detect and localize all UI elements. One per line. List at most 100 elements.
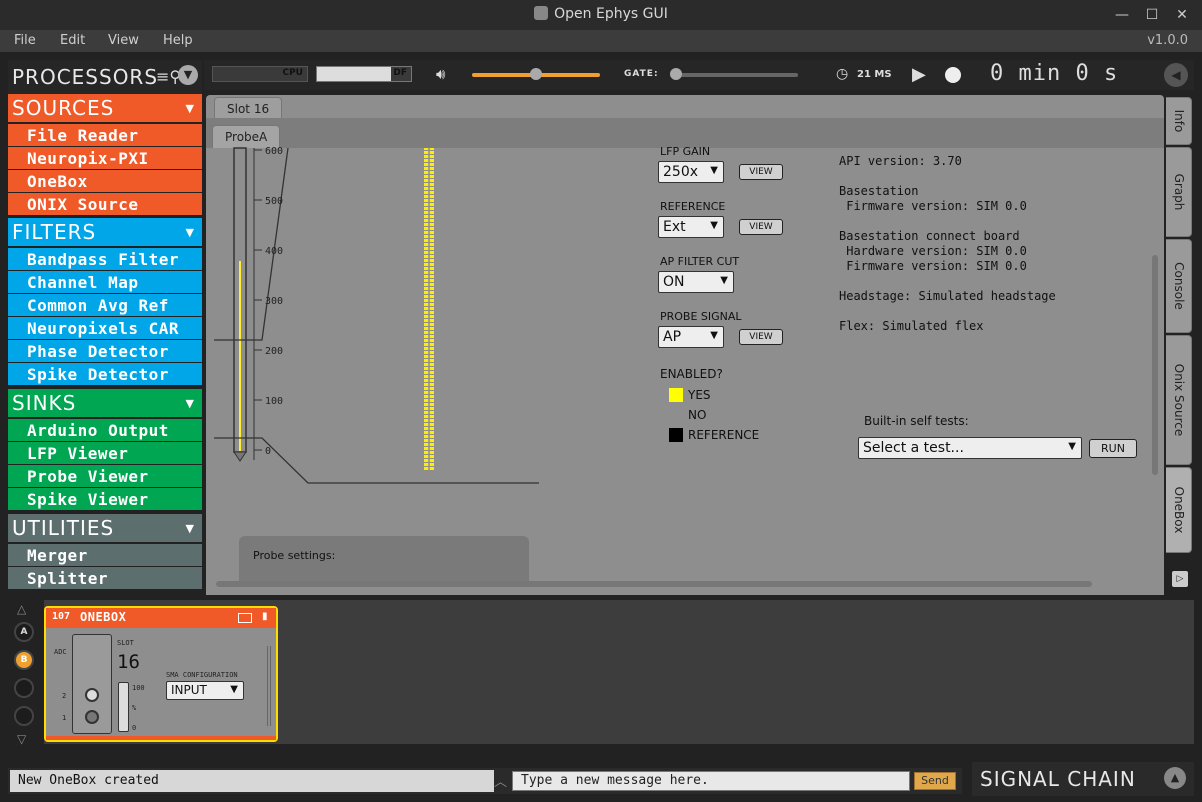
channel-2-button[interactable] [85,688,99,702]
processor-probe-viewer[interactable]: Probe Viewer [8,465,202,487]
enabled-yes-label: YES [688,388,711,402]
menu-edit[interactable]: Edit [60,33,85,48]
self-test-select[interactable]: Select a test... ▼ [858,437,1082,459]
scroll-down-icon[interactable]: ▽ [17,732,26,746]
chain-slot-button[interactable] [14,678,34,698]
processor-merger[interactable]: Merger [8,544,202,566]
signal-chain-button[interactable]: SIGNAL CHAIN ▲ [972,762,1194,796]
category-sources[interactable]: SOURCES ▼ [8,94,202,122]
vertical-scrollbar[interactable] [1152,255,1158,475]
horizontal-scrollbar[interactable] [216,581,1092,587]
processor-spike-detector[interactable]: Spike Detector [8,363,202,385]
tab-onebox[interactable]: OneBox [1166,467,1192,553]
probe-signal-view-button[interactable]: VIEW [739,329,783,345]
processor-neuropixels-car[interactable]: Neuropixels CAR [8,317,202,339]
depth-tick-600: 600 [265,146,283,157]
node-scrollbar[interactable] [267,646,271,726]
lfp-gain-view-button[interactable]: VIEW [739,164,783,180]
category-sinks[interactable]: SINKS ▼ [8,389,202,417]
chevron-down-icon: ▼ [185,226,194,239]
chevron-down-icon: ▼ [185,397,194,410]
chain-b-button[interactable]: B [14,650,34,670]
processor-spike-viewer[interactable]: Spike Viewer [8,488,202,510]
processors-title: PROCESSORS [12,65,159,89]
chevron-up-icon[interactable]: ︿ [494,771,507,790]
depth-tick-100: 100 [265,396,283,407]
window-icon[interactable] [238,613,252,623]
node-name: ONEBOX [80,610,127,624]
clock-icon: ◷ [836,66,849,82]
message-input[interactable]: Type a new message here. [512,771,910,791]
minimize-button[interactable]: — [1108,4,1136,26]
gate-slider[interactable] [670,73,798,77]
connect-board-hardware: Hardware version: SIM 0.0 [839,244,1027,258]
slot-label: SLOT [117,639,134,647]
tab-info[interactable]: Info [1166,97,1192,145]
probe-settings-panel: Probe settings: [239,536,529,581]
reference-swatch [669,428,683,442]
self-tests-label: Built-in self tests: [864,414,969,428]
back-arrow-icon[interactable]: ◀ [1164,63,1188,87]
menu-view[interactable]: View [108,33,139,48]
connect-board-label: Basestation connect board [839,229,1020,243]
maximize-button[interactable]: ☐ [1138,4,1166,26]
signal-chain-selector: △ A B ▽ [10,600,40,750]
category-filters[interactable]: FILTERS ▼ [8,218,202,246]
processor-arduino-output[interactable]: Arduino Output [8,419,202,441]
collapse-icon[interactable]: ▼ [178,65,198,85]
processor-file-reader[interactable]: File Reader [8,124,202,146]
tab-graph[interactable]: Graph [1166,147,1192,237]
processor-onix-source[interactable]: ONIX Source [8,193,202,215]
processor-neuropix-pxi[interactable]: Neuropix-PXI [8,147,202,169]
channel-1-button[interactable] [85,710,99,724]
sma-config-select[interactable]: INPUT ▼ [166,681,244,700]
power-icon[interactable]: ▮ [262,611,268,622]
node-header[interactable]: 107 ONEBOX ▮ [46,608,276,628]
processor-channel-map[interactable]: Channel Map [8,271,202,293]
chain-a-button[interactable]: A [14,622,34,642]
send-button[interactable]: Send [914,772,956,790]
active-sites [239,261,241,451]
reference-label: REFERENCE [660,200,726,213]
onebox-editor-node[interactable]: 107 ONEBOX ▮ ADC 2 1 SLOT 16 100 % 0 SMA… [44,606,278,742]
run-test-button[interactable]: RUN [1089,439,1137,458]
reference-select[interactable]: Ext ▼ [658,216,724,238]
processor-bandpass-filter[interactable]: Bandpass Filter [8,248,202,270]
ap-filter-cut-select[interactable]: ON ▼ [658,271,734,293]
connect-board-firmware: Firmware version: SIM 0.0 [839,259,1027,273]
scale-percent: % [132,704,137,712]
chevron-down-icon: ▼ [720,275,728,286]
processor-splitter[interactable]: Splitter [8,567,202,589]
processor-phase-detector[interactable]: Phase Detector [8,340,202,362]
side-tab-bar: Info Graph Console Onix Source OneBox ▷ [1166,95,1194,615]
adc-label: ADC [54,648,67,656]
signal-chain-label: SIGNAL CHAIN [980,767,1136,791]
lfp-gain-label: LFP GAIN [660,145,711,158]
volume-icon[interactable]: 🔊︎ [436,65,445,83]
close-button[interactable]: ✕ [1168,4,1196,26]
category-utilities[interactable]: UTILITIES ▼ [8,514,202,542]
gate-slider-handle[interactable] [670,68,682,80]
tab-console[interactable]: Console [1166,239,1192,333]
processor-lfp-viewer[interactable]: LFP Viewer [8,442,202,464]
expand-icon[interactable]: ▷ [1172,571,1188,587]
gate-label: GATE: [624,69,659,79]
scroll-up-icon[interactable]: △ [17,602,26,616]
menu-file[interactable]: File [14,33,36,48]
volume-slider-handle[interactable] [530,68,542,80]
tab-onix-source[interactable]: Onix Source [1166,335,1192,465]
record-button[interactable] [945,67,961,83]
control-bar: CPU DF 🔊︎ GATE: ◷ 21 MS ▶ 0 min 0 s ◀ [204,60,1194,90]
chevron-up-icon[interactable]: ▲ [1164,767,1186,789]
lfp-gain-select[interactable]: 250x ▼ [658,161,724,183]
processor-common-avg-ref[interactable]: Common Avg Ref [8,294,202,316]
menu-help[interactable]: Help [163,33,193,48]
depth-tick-400: 400 [265,246,283,257]
chain-slot-button[interactable] [14,706,34,726]
chevron-down-icon: ▼ [185,522,194,535]
reference-view-button[interactable]: VIEW [739,219,783,235]
status-bar: New OneBox created ︿ Type a new message … [8,768,962,794]
play-icon[interactable]: ▶ [912,64,926,85]
probe-signal-select[interactable]: AP ▼ [658,326,724,348]
processor-onebox[interactable]: OneBox [8,170,202,192]
